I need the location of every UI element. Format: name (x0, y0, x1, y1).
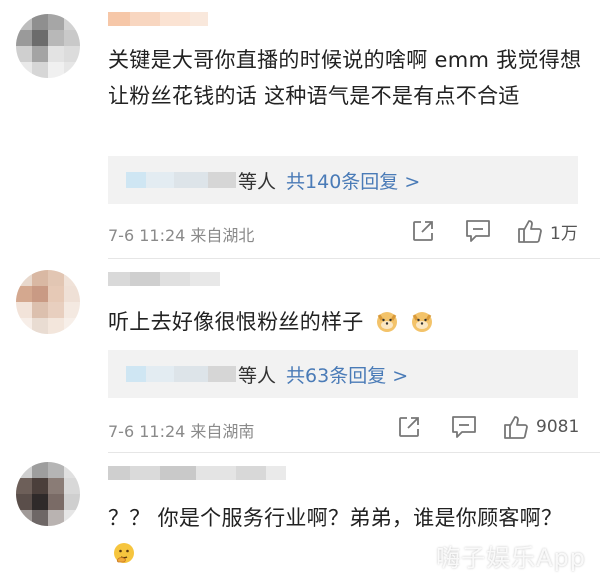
avatar[interactable] (16, 14, 80, 78)
thumbs-up-icon[interactable] (502, 414, 530, 440)
comment-actions: 9081 (396, 414, 579, 440)
reply-summary[interactable]: 等人 共63条回复 > (108, 350, 578, 398)
reply-suffix: 等人 (238, 364, 277, 387)
view-replies-link[interactable]: 共63条回复 > (286, 361, 408, 388)
doge-emoji-icon (376, 312, 397, 332)
username-blurred[interactable] (108, 466, 286, 480)
comment-text-body: 听上去好像很恨粉丝的样子 (108, 310, 364, 334)
avatar[interactable] (16, 462, 80, 526)
reply-suffix: 等人 (238, 170, 277, 193)
comment-icon[interactable] (464, 218, 492, 244)
comment-text: 听上去好像很恨粉丝的样子 (108, 304, 588, 340)
username-blurred[interactable] (108, 272, 220, 286)
replier-names-blurred (126, 366, 236, 382)
comment-meta: 7-6 11:24 来自湖南 (108, 422, 255, 441)
divider (108, 452, 600, 453)
replier-names-blurred (126, 172, 236, 188)
comment-meta: 7-6 11:24 来自湖北 (108, 226, 255, 245)
username-blurred[interactable] (108, 12, 208, 26)
comment-icon[interactable] (450, 414, 478, 440)
comment-text-body: ？？ 你是个服务行业啊？弟弟，谁是你顾客啊？ (108, 506, 563, 530)
watermark: 嗨子娱乐App (436, 544, 586, 572)
reply-summary[interactable]: 等人 共140条回复 > (108, 156, 578, 204)
comment-actions: 1万 (410, 218, 578, 244)
share-icon[interactable] (396, 414, 422, 440)
like-count: 9081 (536, 417, 580, 437)
share-icon[interactable] (410, 218, 436, 244)
doge-emoji-icon (411, 312, 432, 332)
thumbs-up-icon[interactable] (516, 218, 544, 244)
comment-text: 关键是大哥你直播的时候说的啥啊 emm 我觉得想让粉丝花钱的话 这种语气是不是有… (108, 48, 582, 108)
avatar[interactable] (16, 270, 80, 334)
divider (108, 258, 600, 259)
view-replies-link[interactable]: 共140条回复 > (286, 167, 420, 194)
like-count: 1万 (550, 223, 578, 244)
thinking-emoji-icon (114, 543, 134, 563)
